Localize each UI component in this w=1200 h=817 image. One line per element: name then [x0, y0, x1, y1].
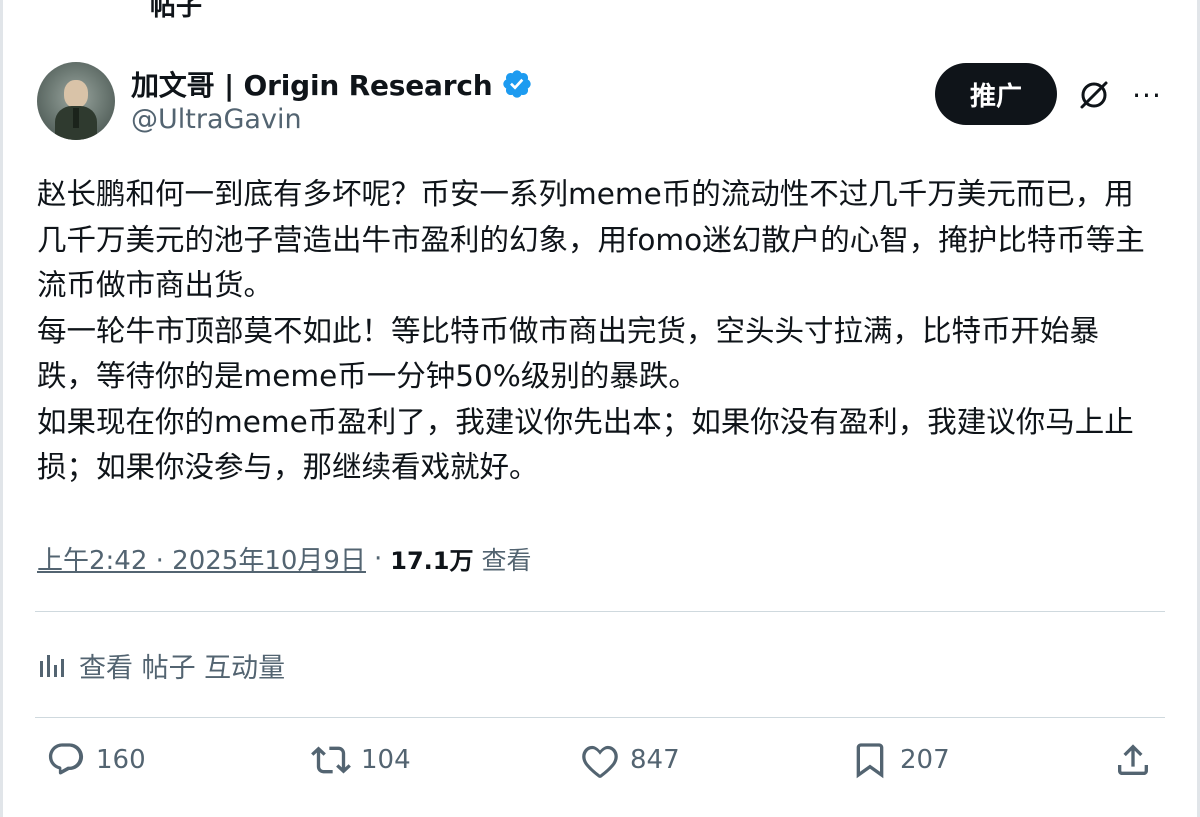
window-frame-left — [0, 0, 3, 817]
avatar[interactable] — [37, 62, 115, 140]
tweet-timestamp-link[interactable]: 上午2:42 · 2025年10月9日 — [37, 540, 366, 577]
share-button[interactable] — [1113, 740, 1153, 780]
view-post-engagements-link[interactable]: 查看 帖子 互动量 — [37, 646, 285, 685]
like-button[interactable]: 847 — [580, 740, 680, 780]
analytics-icon — [40, 654, 64, 677]
reply-count: 160 — [96, 745, 146, 775]
tweet-text: 赵长鹏和何一到底有多坏呢？币安一系列meme币的流动性不过几千万美元而已，用几千… — [37, 172, 1152, 491]
tweet-paragraph: 每一轮牛市顶部莫不如此！等比特币做市商出完货，空头头寸拉满，比特币开始暴跌，等待… — [37, 313, 1100, 394]
retweet-icon — [311, 746, 351, 774]
share-icon — [1118, 744, 1148, 775]
divider — [35, 717, 1165, 718]
heart-icon — [582, 745, 618, 778]
divider — [35, 611, 1165, 612]
bookmark-icon — [856, 743, 884, 779]
analytics-label: 查看 帖子 互动量 — [79, 653, 286, 684]
views-count: 17.1万 — [390, 547, 474, 575]
reply-button[interactable]: 160 — [46, 740, 146, 780]
author-handle[interactable]: @UltraGavin — [131, 104, 302, 135]
author-display-name[interactable]: 加文哥 | Origin Research — [131, 64, 493, 104]
reply-icon — [48, 743, 84, 775]
tweet-meta: 上午2:42 · 2025年10月9日 · 17.1万 查看 — [37, 540, 531, 577]
grok-icon[interactable] — [1077, 78, 1111, 112]
action-bar: 160 104 847 207 — [0, 740, 1200, 794]
bookmark-count: 207 — [900, 745, 950, 775]
retweet-button[interactable]: 104 — [311, 740, 411, 780]
tweet-paragraph: 如果现在你的meme币盈利了，我建议你先出本；如果你没有盈利，我建议你马上止损；… — [37, 404, 1134, 485]
promote-button[interactable]: 推广 — [935, 63, 1057, 125]
page-header-title: 帖子 — [150, 0, 203, 22]
more-options-icon[interactable]: ··· — [1130, 79, 1164, 112]
tweet-paragraph: 赵长鹏和何一到底有多坏呢？币安一系列meme币的流动性不过几千万美元而已，用几千… — [37, 177, 1145, 302]
bookmark-button[interactable]: 207 — [850, 740, 950, 780]
views-label: 查看 — [481, 545, 532, 575]
like-count: 847 — [630, 745, 680, 775]
meta-separator: · — [373, 543, 383, 574]
author-name-row[interactable]: 加文哥 | Origin Research — [131, 64, 533, 104]
verified-badge-icon[interactable] — [501, 68, 533, 100]
retweet-count: 104 — [361, 745, 411, 775]
